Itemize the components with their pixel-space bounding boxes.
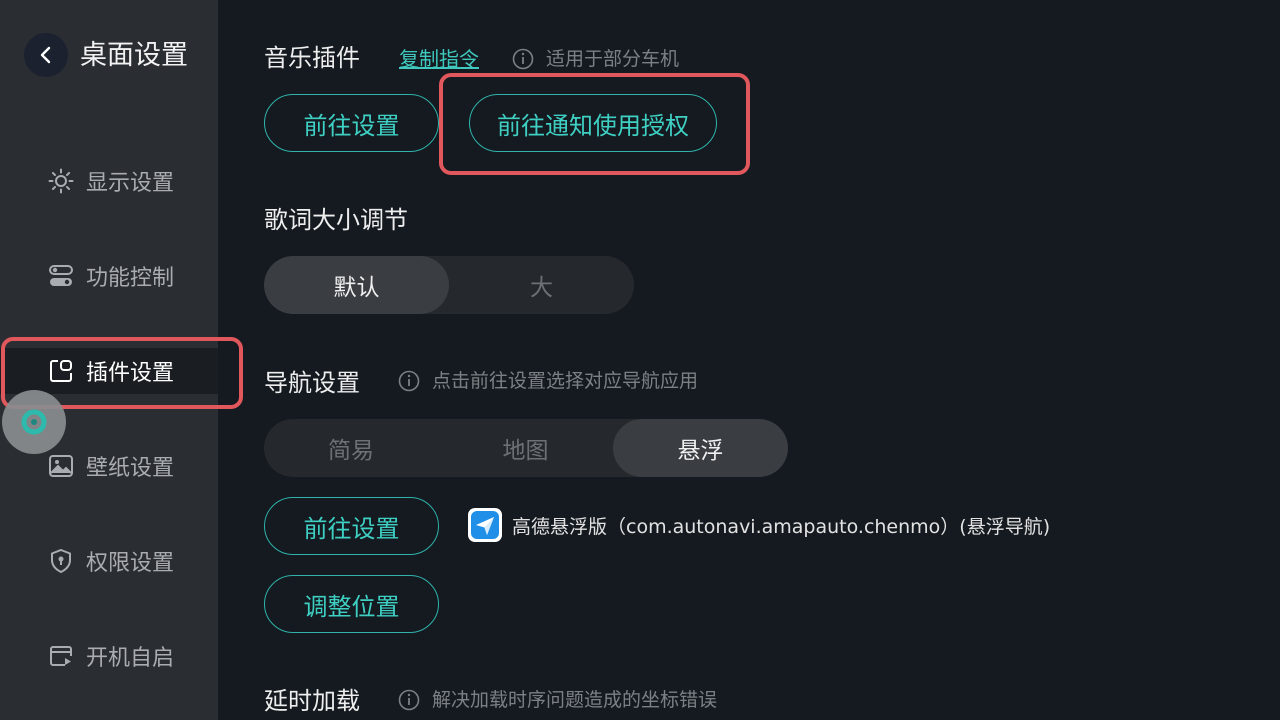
shield-icon xyxy=(48,548,74,574)
lyrics-size-title: 歌词大小调节 xyxy=(264,206,408,234)
navigation-hint: 点击前往设置选择对应导航应用 xyxy=(398,366,698,396)
info-icon xyxy=(398,689,420,711)
lyrics-option-large[interactable]: 大 xyxy=(449,256,634,314)
lyrics-size-selector: 默认 大 xyxy=(264,256,634,314)
delay-load-hint-text: 解决加载时序问题造成的坐标错误 xyxy=(432,689,718,711)
music-hint-text: 适用于部分车机 xyxy=(546,48,680,70)
sidebar-title: 桌面设置 xyxy=(80,40,188,71)
copy-command-link[interactable]: 复制指令 xyxy=(399,44,479,74)
sidebar-item-label: 显示设置 xyxy=(86,171,175,196)
music-plugin-title: 音乐插件 xyxy=(264,44,360,72)
delay-load-title: 延时加载 xyxy=(264,687,360,715)
info-icon xyxy=(398,370,420,392)
selected-nav-app: 高德悬浮版（com.autonavi.amapauto.chenmo）(悬浮导航… xyxy=(468,508,1050,542)
sidebar-item-label: 壁纸设置 xyxy=(86,456,175,481)
sidebar-item-display[interactable]: 显示设置 xyxy=(48,161,174,201)
navigation-hint-text: 点击前往设置选择对应导航应用 xyxy=(432,370,699,392)
nav-option-simple[interactable]: 简易 xyxy=(264,419,438,477)
sidebar-item-label: 功能控制 xyxy=(86,266,175,291)
sidebar-item-wallpaper[interactable]: 壁纸设置 xyxy=(48,446,174,486)
navigation-title: 导航设置 xyxy=(264,369,360,397)
adjust-position-button[interactable]: 调整位置 xyxy=(264,575,439,633)
image-icon xyxy=(48,453,74,479)
nav-goto-settings-button[interactable]: 前往设置 xyxy=(264,497,439,555)
boot-icon xyxy=(48,643,74,669)
bubble-logo-icon xyxy=(21,409,47,435)
music-hint: 适用于部分车机 xyxy=(512,44,679,74)
nav-option-map[interactable]: 地图 xyxy=(438,419,613,477)
sun-icon xyxy=(48,168,74,194)
sidebar-item-permission[interactable]: 权限设置 xyxy=(48,541,174,581)
lyrics-option-default[interactable]: 默认 xyxy=(264,256,449,314)
toggle-icon xyxy=(48,263,74,289)
music-goto-settings-button[interactable]: 前往设置 xyxy=(264,94,439,152)
amap-app-icon xyxy=(468,508,502,542)
navigation-mode-selector: 简易 地图 悬浮 xyxy=(264,419,788,477)
chevron-left-icon xyxy=(40,46,51,64)
back-button[interactable] xyxy=(24,33,68,77)
floating-bubble[interactable] xyxy=(2,390,66,454)
sidebar-item-autostart[interactable]: 开机自启 xyxy=(48,636,174,676)
selected-nav-app-text: 高德悬浮版（com.autonavi.amapauto.chenmo）(悬浮导航… xyxy=(512,515,1051,538)
delay-load-hint: 解决加载时序问题造成的坐标错误 xyxy=(398,685,717,715)
sidebar-item-function[interactable]: 功能控制 xyxy=(48,256,174,296)
sidebar-item-label: 开机自启 xyxy=(86,646,175,671)
notification-button-highlight-frame xyxy=(439,73,750,175)
info-icon xyxy=(512,48,534,70)
nav-option-floating[interactable]: 悬浮 xyxy=(613,419,788,477)
sidebar-item-label: 权限设置 xyxy=(86,551,175,576)
